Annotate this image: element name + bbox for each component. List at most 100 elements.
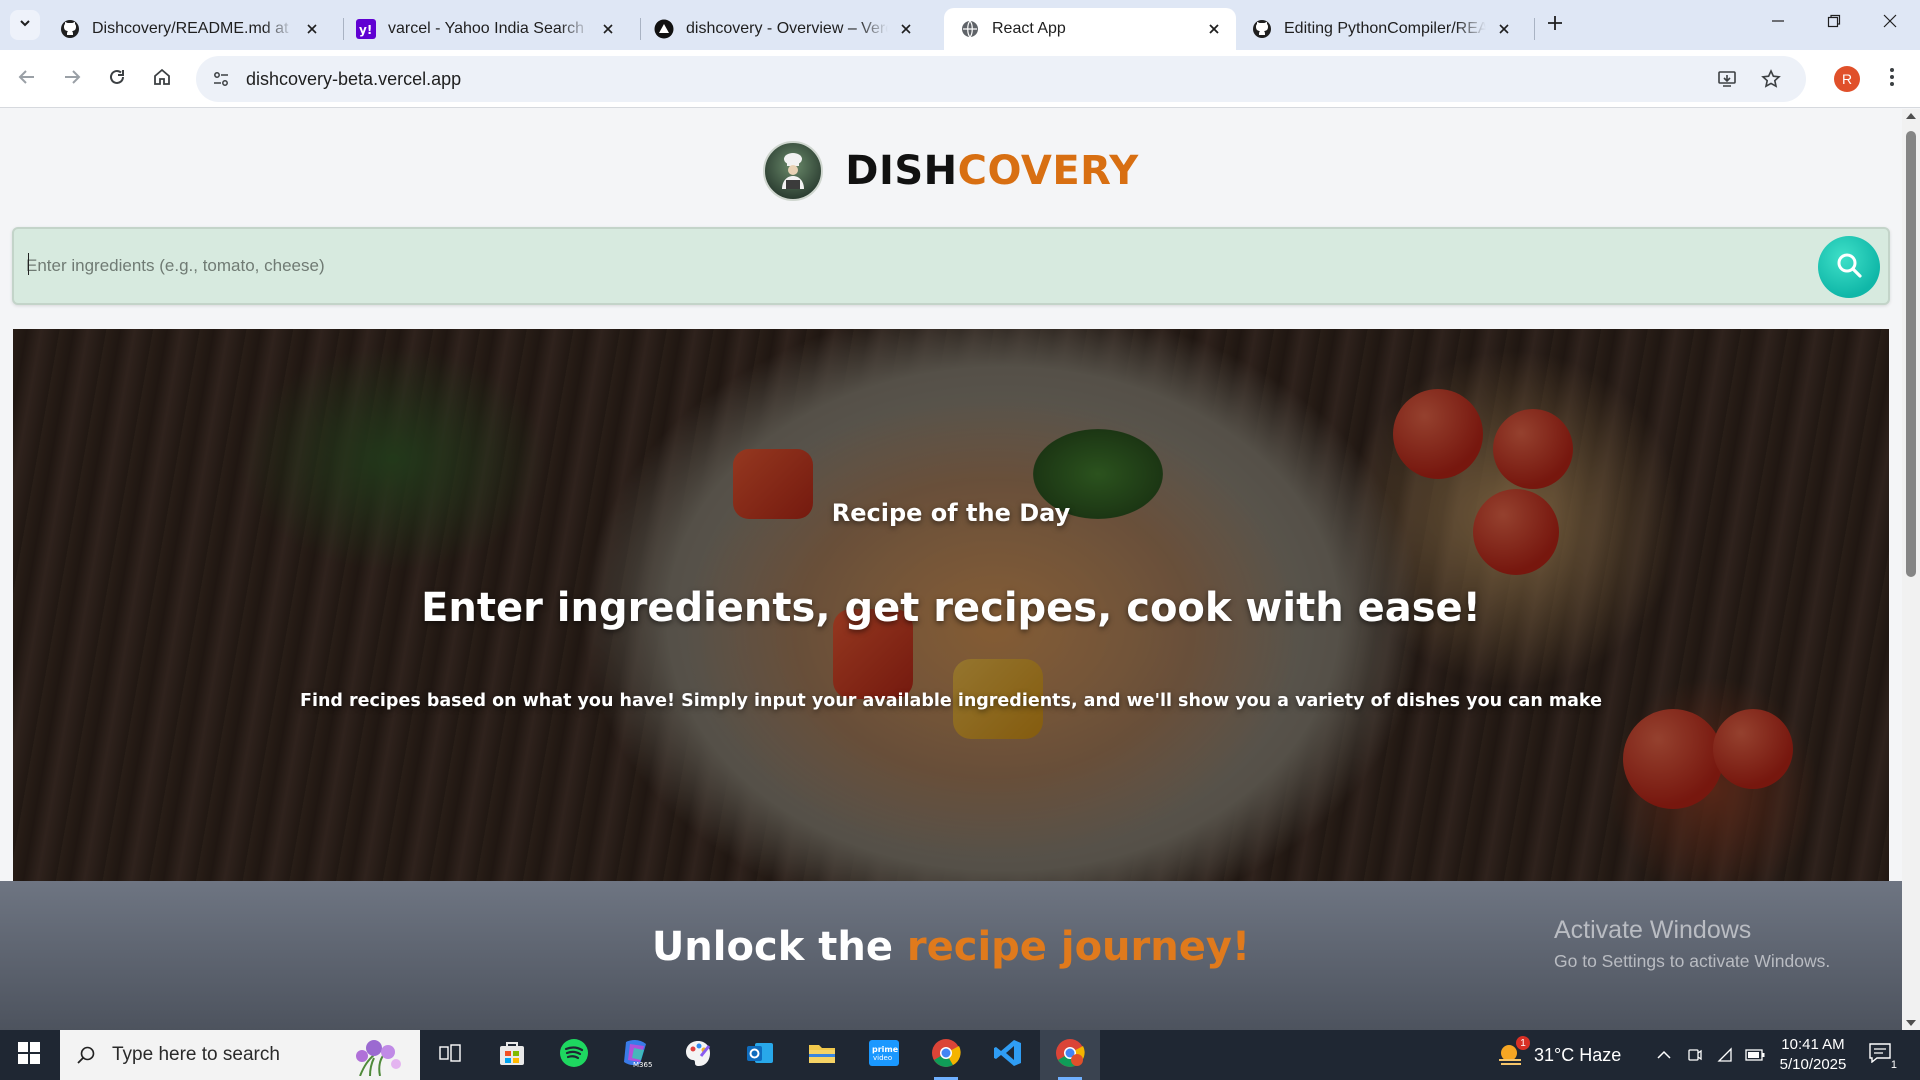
- search-icon: [74, 1043, 98, 1067]
- windows-taskbar: Type here to search M365 prime video 1 3…: [0, 1030, 1920, 1080]
- taskbar-spotify[interactable]: [544, 1030, 604, 1080]
- arrow-right-icon: [63, 68, 81, 91]
- chef-logo-icon[interactable]: [763, 141, 824, 201]
- text-cursor: [28, 253, 29, 275]
- restore-button[interactable]: [1806, 0, 1862, 46]
- page-viewport: DISHCOVERY Recipe of the Day Enter ingre…: [0, 109, 1902, 1030]
- back-button[interactable]: [10, 62, 44, 96]
- brand-name[interactable]: DISHCOVERY: [845, 148, 1139, 194]
- weather-widget[interactable]: 1 31°C Haze: [1496, 1030, 1621, 1080]
- start-button[interactable]: [0, 1030, 58, 1080]
- close-icon[interactable]: [598, 19, 618, 39]
- microsoft-365-icon: M365: [620, 1038, 652, 1073]
- task-view-icon: [439, 1043, 461, 1068]
- browser-toolbar: dishcovery-beta.vercel.app R: [0, 50, 1920, 108]
- folder-icon: [807, 1040, 837, 1071]
- bookmark-star-icon[interactable]: [1754, 62, 1788, 96]
- microsoft-store-icon: [498, 1040, 526, 1071]
- battery-icon[interactable]: [1740, 1049, 1770, 1061]
- close-icon: [1883, 14, 1897, 33]
- taskbar-chrome[interactable]: [916, 1030, 976, 1080]
- tab-react-app[interactable]: React App: [944, 8, 1236, 50]
- page-scrollbar[interactable]: [1902, 109, 1920, 1030]
- svg-text:y!: y!: [359, 23, 372, 37]
- watermark-subtitle: Go to Settings to activate Windows.: [1554, 951, 1831, 971]
- taskbar-prime-video[interactable]: prime video: [854, 1030, 914, 1080]
- paint-palette-icon: [683, 1038, 713, 1073]
- profile-avatar[interactable]: R: [1834, 66, 1860, 92]
- reload-button[interactable]: [100, 62, 134, 96]
- watermark-title: Activate Windows: [1554, 916, 1752, 944]
- meet-now-icon[interactable]: [1680, 1047, 1710, 1063]
- install-app-icon[interactable]: [1710, 62, 1744, 96]
- tab-strip: Dishcovery/README.md at main y! varcel -…: [0, 0, 1920, 50]
- forward-button[interactable]: [55, 62, 89, 96]
- taskbar-file-explorer[interactable]: [792, 1030, 852, 1080]
- close-icon[interactable]: [1494, 19, 1514, 39]
- tab-title: dishcovery - Overview – Vercel: [686, 20, 888, 37]
- tab-vercel-overview[interactable]: dishcovery - Overview – Vercel: [638, 8, 928, 50]
- spotify-icon: [559, 1038, 589, 1073]
- network-icon[interactable]: [1710, 1047, 1740, 1063]
- browser-menu-button[interactable]: [1880, 62, 1904, 96]
- ingredient-search-input[interactable]: [26, 243, 1806, 289]
- close-icon[interactable]: [302, 19, 322, 39]
- home-icon: [152, 67, 172, 92]
- svg-text:video: video: [873, 1054, 892, 1062]
- close-icon[interactable]: [1204, 19, 1224, 39]
- clock-time: 10:41 AM: [1781, 1036, 1845, 1053]
- yahoo-icon: y!: [356, 19, 376, 39]
- flowers-search-highlight-icon: [340, 1034, 410, 1077]
- taskbar-paint[interactable]: [668, 1030, 728, 1080]
- brand-name-dish: DISH: [845, 148, 958, 194]
- tab-search-button[interactable]: [10, 10, 40, 40]
- tab-dishcovery-readme[interactable]: Dishcovery/README.md at main: [44, 8, 334, 50]
- chevron-up-icon[interactable]: [1652, 1050, 1676, 1060]
- brand-name-covery: COVERY: [957, 148, 1139, 194]
- weather-text: 31°C Haze: [1534, 1044, 1622, 1065]
- outlook-icon: [745, 1039, 775, 1072]
- taskbar-microsoft-365[interactable]: M365: [606, 1030, 666, 1080]
- svg-text:prime: prime: [872, 1045, 899, 1054]
- url-text[interactable]: dishcovery-beta.vercel.app: [246, 69, 461, 90]
- taskbar-chrome-profile[interactable]: [1040, 1030, 1100, 1080]
- scroll-down-arrow[interactable]: [1906, 1020, 1916, 1026]
- home-button[interactable]: [145, 62, 179, 96]
- vs-code-icon: [993, 1038, 1023, 1073]
- weather-alert-badge: 1: [1516, 1036, 1530, 1050]
- restore-icon: [1827, 14, 1841, 33]
- weather-sun-haze-icon: 1: [1496, 1036, 1530, 1070]
- taskbar-vs-code[interactable]: [978, 1030, 1038, 1080]
- taskbar-search-box[interactable]: Type here to search: [60, 1030, 420, 1080]
- address-bar[interactable]: dishcovery-beta.vercel.app: [196, 56, 1806, 102]
- taskbar-clock[interactable]: 10:41 AM 5/10/2025: [1770, 1035, 1856, 1075]
- tab-title: React App: [992, 20, 1066, 37]
- task-view-button[interactable]: [420, 1030, 480, 1080]
- tab-title: Dishcovery/README.md at main: [92, 20, 294, 37]
- tab-separator: [1534, 18, 1535, 40]
- minimize-button[interactable]: [1750, 0, 1806, 46]
- taskbar-microsoft-store[interactable]: [482, 1030, 542, 1080]
- minimize-icon: [1771, 14, 1785, 33]
- more-vert-icon: [1889, 67, 1895, 92]
- taskbar-outlook[interactable]: [730, 1030, 790, 1080]
- tab-yahoo-search[interactable]: y! varcel - Yahoo India Search Results: [340, 8, 630, 50]
- new-tab-button[interactable]: [1542, 12, 1568, 38]
- hero-title: Enter ingredients, get recipes, cook wit…: [421, 585, 1481, 631]
- journey-section: Unlock the recipe journey! Activate Wind…: [0, 881, 1902, 1030]
- recipe-of-the-day-label: Recipe of the Day: [831, 499, 1071, 527]
- site-settings-icon[interactable]: [204, 62, 238, 96]
- plus-icon: [1547, 15, 1563, 36]
- scrollbar-thumb[interactable]: [1906, 131, 1916, 577]
- hero-banner: Recipe of the Day Enter ingredients, get…: [13, 329, 1889, 881]
- chrome-icon: [931, 1038, 961, 1073]
- tab-title: varcel - Yahoo India Search Results: [388, 20, 590, 37]
- close-icon[interactable]: [896, 19, 916, 39]
- close-window-button[interactable]: [1862, 0, 1918, 46]
- search-button[interactable]: [1818, 236, 1880, 298]
- site-header: DISHCOVERY: [0, 139, 1902, 203]
- scroll-up-arrow[interactable]: [1906, 113, 1916, 119]
- github-icon: [1252, 19, 1272, 39]
- notification-center-button[interactable]: 1: [1866, 1040, 1899, 1071]
- tab-editing-pythoncompiler[interactable]: Editing PythonCompiler/README.md: [1236, 8, 1526, 50]
